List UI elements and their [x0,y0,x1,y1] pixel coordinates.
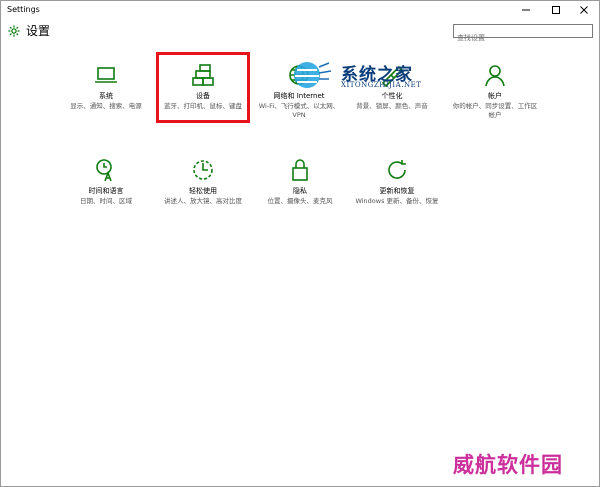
lock-icon [292,159,308,181]
tile-update-recovery[interactable]: 更新和恢复 Windows 更新、备份、恢复 [352,157,442,206]
watermark-subtitle: XITONGZHIJIA.NET [341,81,422,89]
tile-system-desc: 显示、通知、搜索、电源 [70,102,142,110]
page-title: 设置 [26,24,51,38]
gear-icon [8,25,20,37]
laptop-icon [95,67,117,83]
minimize-button[interactable] [511,1,541,19]
tile-system[interactable]: 系统 显示、通知、搜索、电源 [61,62,151,111]
tile-privacy-desc: 位置、摄像头、麦克风 [267,197,333,205]
tile-time-language-name: 时间和语言 [88,187,124,195]
ease-of-access-icon [193,160,213,180]
tile-network-desc: Wi-Fi、飞行模式、以太网、VPN [258,102,340,119]
devices-highlight-frame [156,52,250,123]
brand-watermark: 威航软件园 [453,452,563,477]
tile-privacy[interactable]: 隐私 位置、摄像头、麦克风 [255,157,345,206]
refresh-icon [388,160,406,179]
tile-privacy-name: 隐私 [293,187,307,195]
tile-time-language[interactable]: 时间和语言 日期、时间、区域 [61,157,151,206]
search-input[interactable] [454,32,592,44]
tile-system-name: 系统 [99,92,113,100]
tile-update-recovery-name: 更新和恢复 [379,187,415,195]
tile-time-language-desc: 日期、时间、区域 [80,197,132,205]
maximize-button[interactable] [541,1,571,19]
close-icon [580,6,588,14]
tile-ease-of-access-desc: 讲述人、放大镜、高对比度 [164,197,242,205]
tile-ease-of-access-name: 轻松使用 [189,187,217,195]
tile-personalization-desc: 背景、锁屏、颜色、声音 [356,102,428,110]
search-box[interactable] [453,24,593,44]
time-language-icon [96,159,112,182]
tile-update-recovery-desc: Windows 更新、备份、恢复 [355,197,439,205]
maximize-icon [552,6,560,14]
window-title: Settings [7,5,40,14]
minimize-icon [522,9,530,11]
title-bar: Settings [1,1,599,19]
tile-accounts-desc: 你的帐户、同步设置、工作区帐户 [452,102,538,119]
close-button[interactable] [569,1,599,19]
tile-ease-of-access[interactable]: 轻松使用 讲述人、放大镜、高对比度 [158,157,248,206]
person-icon [485,65,505,87]
